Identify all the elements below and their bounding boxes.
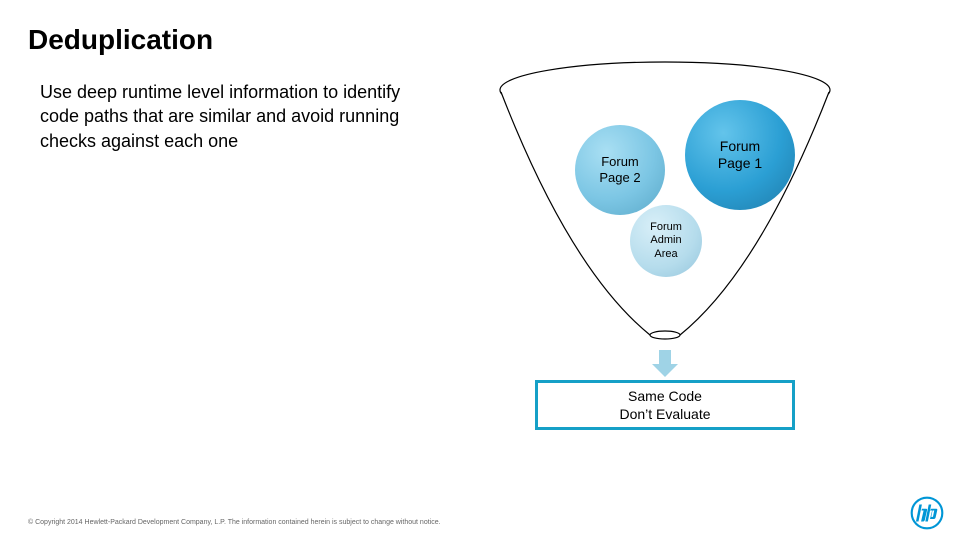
output-box: Same Code Don’t Evaluate — [535, 380, 795, 430]
funnel-diagram: ForumPage 1 ForumPage 2 ForumAdminArea S… — [490, 60, 840, 430]
bubble-label: ForumAdminArea — [650, 221, 682, 261]
page-subtitle: Use deep runtime level information to id… — [40, 80, 430, 153]
hp-logo-icon — [910, 496, 944, 530]
down-arrow-icon — [648, 350, 682, 378]
bubble-label: ForumPage 1 — [718, 138, 762, 172]
funnel-bubble-forum-page-1: ForumPage 1 — [685, 100, 795, 210]
funnel-bubble-forum-admin-area: ForumAdminArea — [630, 205, 702, 277]
output-line-2: Don’t Evaluate — [619, 405, 710, 423]
page-title: Deduplication — [28, 24, 213, 56]
output-line-1: Same Code — [628, 387, 702, 405]
copyright-footer: © Copyright 2014 Hewlett-Packard Develop… — [28, 519, 441, 526]
bubble-label: ForumPage 2 — [599, 154, 640, 185]
funnel-bubble-forum-page-2: ForumPage 2 — [575, 125, 665, 215]
